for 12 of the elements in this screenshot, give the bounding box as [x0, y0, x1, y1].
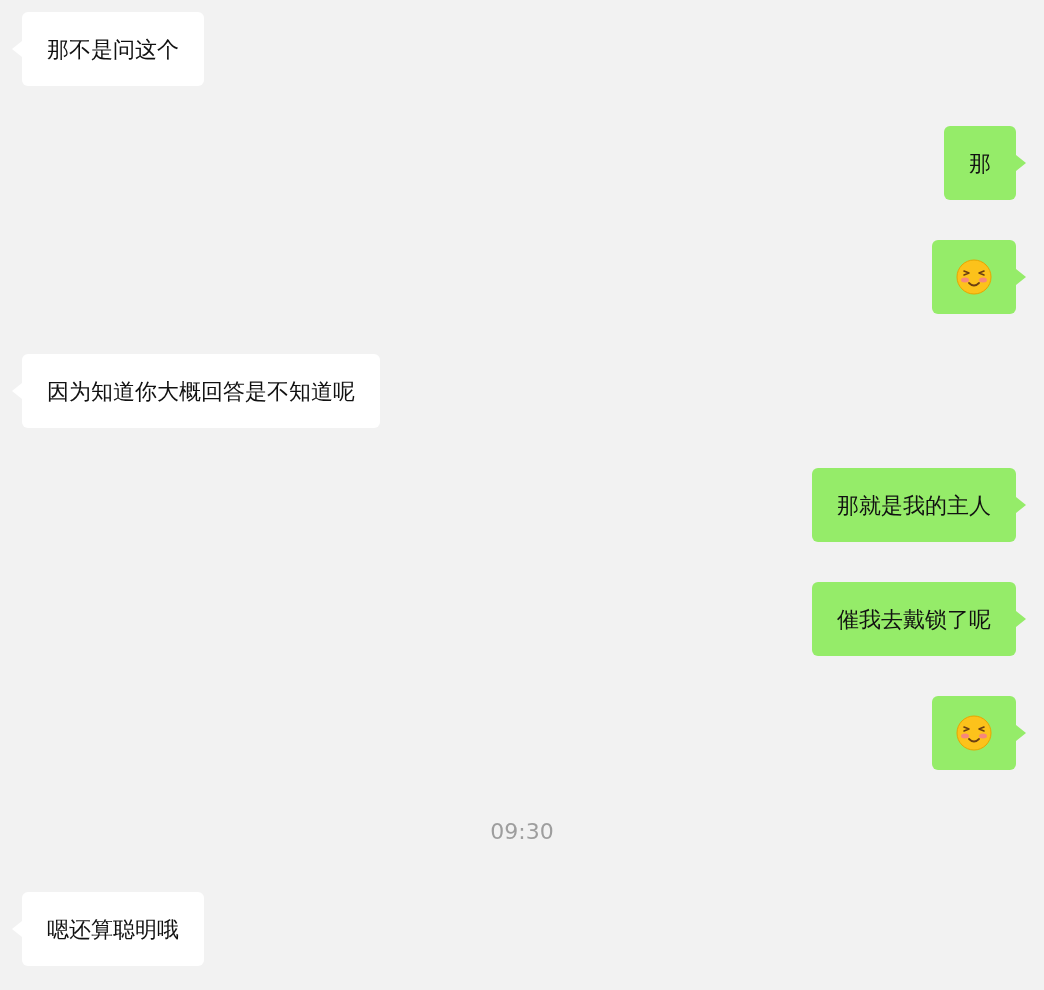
message-bubble: 那不是问这个 — [22, 12, 204, 86]
blushing-face-icon — [956, 259, 992, 295]
message-bubble: 那 — [944, 126, 1016, 200]
message-bubble: 催我去戴锁了呢 — [812, 582, 1016, 656]
message-bubble: 嗯还算聪明哦 — [22, 892, 204, 966]
bubble-tail-icon — [1016, 497, 1026, 513]
message-bubble: 那就是我的主人 — [812, 468, 1016, 542]
bubble-tail-icon — [1016, 155, 1026, 171]
bubble-tail-icon — [1016, 611, 1026, 627]
blushing-face-icon — [956, 715, 992, 751]
message-bubble: 因为知道你大概回答是不知道呢 — [22, 354, 380, 428]
timestamp: 09:30 — [490, 817, 554, 846]
